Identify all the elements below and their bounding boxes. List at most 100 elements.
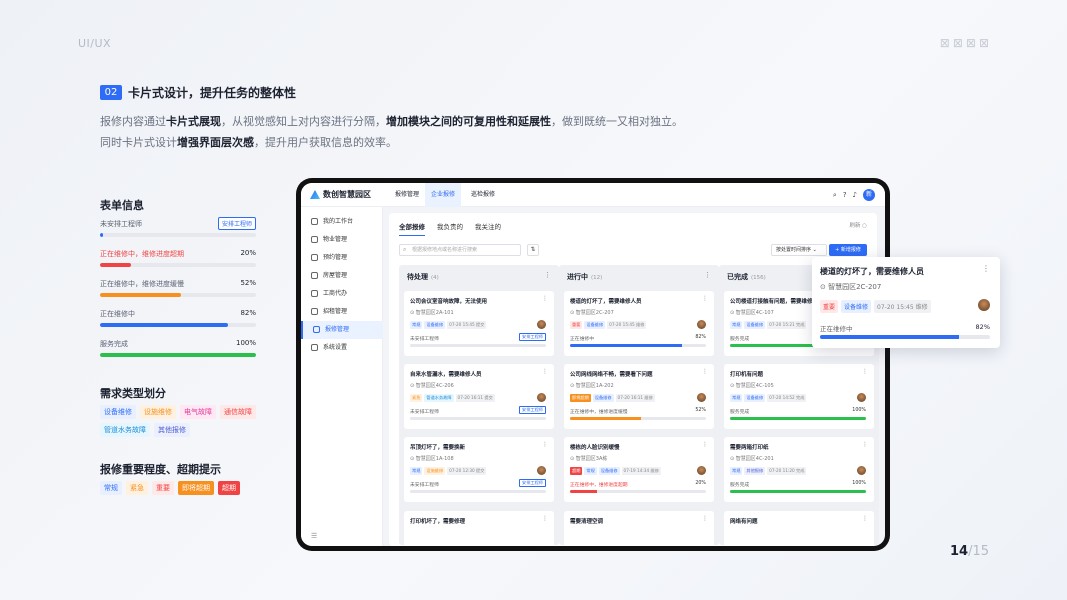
- search-input[interactable]: 根据报修地点或名称进行搜索: [399, 244, 521, 256]
- sidebar-item[interactable]: 招租管理: [301, 303, 383, 321]
- tag: 其他报修: [744, 467, 766, 475]
- progress-bar: [100, 233, 256, 237]
- card-location: ⊙ 智慧园区4C-105: [730, 383, 774, 389]
- search-icon[interactable]: ⌕: [833, 191, 837, 200]
- tag: 07-20 16:11 提交: [455, 394, 495, 402]
- menu-icon: [311, 290, 318, 297]
- repair-card[interactable]: 需要两箱打印纸 ⋮ ⊙ 智慧园区4C-201 常规 其他报修 07-20 11:20 完成…: [724, 437, 874, 502]
- help-icon[interactable]: ?: [843, 191, 847, 199]
- avatar: [537, 320, 546, 329]
- progress-bar: [730, 417, 866, 420]
- form-row-label: 服务完成: [100, 340, 128, 348]
- assign-engineer-button[interactable]: 安排工程师: [519, 333, 546, 341]
- avatar: [857, 466, 866, 475]
- new-repair-button[interactable]: + 新增报修: [829, 244, 867, 256]
- more-icon: ⋮: [542, 295, 548, 302]
- tag: 设备维修: [598, 467, 620, 475]
- card-location: ⊙ 智慧园区4C-206: [410, 383, 454, 389]
- repair-card[interactable]: 打印机有问题 ⋮ ⊙ 智慧园区4C-105 常规 设备维修 07-20 14:52 完成服…: [724, 364, 874, 429]
- repair-card[interactable]: 吊顶灯坏了，需要换新 ⋮ ⊙ 智慧园区1A-108 常规 设施维修 07-20 12:30…: [404, 437, 554, 502]
- form-row: 服务完成 100%: [100, 339, 256, 359]
- levels-title: 报修重要程度、超期提示: [100, 463, 221, 476]
- avatar: [697, 466, 706, 475]
- progress-bar: [100, 263, 256, 267]
- popup-percent: 82%: [975, 323, 990, 331]
- app-name: 数创智慧园区: [323, 190, 371, 199]
- more-icon[interactable]: ⋮: [704, 271, 711, 279]
- repair-card[interactable]: 公司网线网络不畅，需要看下问题 ⋮ ⊙ 智慧园区1A-202 即将超期 设备维修 07-2…: [564, 364, 714, 429]
- assign-engineer-button[interactable]: 安排工程师: [519, 406, 546, 414]
- menu-icon: [311, 218, 318, 225]
- tag: 紧急: [126, 481, 148, 495]
- nav-inspection-repair[interactable]: 巡检报修: [471, 183, 495, 207]
- progress-bar: [100, 293, 256, 297]
- sidebar-item[interactable]: 房屋管理: [301, 267, 383, 285]
- nav-enterprise-repair[interactable]: 企业报修: [425, 183, 462, 207]
- tag: 常规: [730, 321, 743, 329]
- tab-following[interactable]: 我关注的: [475, 221, 501, 231]
- tab-all[interactable]: 全部报修: [399, 221, 425, 236]
- close-icon: ⊠: [939, 36, 950, 50]
- repair-card[interactable]: 自来水管漏水，需要维修人员 ⋮ ⊙ 智慧园区4C-206 紧急 管道水务故障 07-20 …: [404, 364, 554, 429]
- more-icon[interactable]: ⋮: [544, 271, 551, 279]
- repair-card[interactable]: 打印机坏了，需要修理 ⋮: [404, 511, 554, 545]
- popup-card[interactable]: 楼道的灯坏了，需要维修人员 ⋮ ⊙ 智慧园区2C-207 重要 设备维修 07-20…: [812, 257, 1000, 348]
- card-location: ⊙ 智慧园区2C-207: [570, 310, 614, 316]
- repair-card[interactable]: 网络有问题 ⋮: [724, 511, 874, 545]
- tag: 常规: [584, 467, 597, 475]
- sidebar-item[interactable]: 物业管理: [301, 231, 383, 249]
- app-logo: 数创智慧园区: [310, 189, 371, 200]
- column-title: 待处理 (4): [407, 273, 439, 281]
- tag: 设备维修: [424, 321, 446, 329]
- tag: 通信故障: [220, 405, 256, 419]
- type-tags: 设备维修 设施维修 电气故障 通信故障 管道水务故障 其他报修: [100, 405, 270, 437]
- tag: 07-19 14:34 维修: [621, 467, 661, 475]
- assign-engineer-button[interactable]: 安排工程师: [217, 217, 256, 230]
- tag: 常规: [410, 467, 423, 475]
- repair-card[interactable]: 楼道的灯坏了，需要维修人员 ⋮ ⊙ 智慧园区2C-207 重要 设备维修 07-20 15…: [564, 291, 714, 356]
- form-row: 正在维修中，维修进度超期 20%: [100, 249, 256, 269]
- more-icon[interactable]: ⋮: [982, 264, 990, 273]
- form-row-value: 52%: [240, 279, 256, 287]
- tag: 紧急: [410, 394, 423, 402]
- avatar: [537, 466, 546, 475]
- sidebar-item[interactable]: 预约管理: [301, 249, 383, 267]
- kanban-column: 待处理 (4) ⋮ 公司会议室音响故障，无法使用 ⋮ ⊙ 智慧园区2A-101 常规 设备维修…: [399, 265, 559, 545]
- close-icon: ⊠: [965, 36, 976, 50]
- sidebar-item[interactable]: 系统设置: [301, 339, 383, 357]
- tag: 设备维修: [592, 394, 614, 402]
- card-location: ⊙ 智慧园区1A-108: [410, 456, 454, 462]
- more-icon: ⋮: [542, 441, 548, 448]
- sidebar-item[interactable]: 工商代办: [301, 285, 383, 303]
- tag: 常规: [410, 321, 423, 329]
- sort-select[interactable]: 按处置时间排序 ⌄: [771, 244, 827, 256]
- sidebar-item[interactable]: 报修管理: [301, 321, 383, 339]
- menu-icon: [311, 344, 318, 351]
- repair-card[interactable]: 公司会议室音响故障，无法使用 ⋮ ⊙ 智慧园区2A-101 常规 设备维修 07-20 1…: [404, 291, 554, 356]
- sidebar-item[interactable]: 我的工作台: [301, 213, 383, 231]
- repair-card[interactable]: 楼栋的人脸识别缓慢 ⋮ ⊙ 智慧园区3A栋 超期 常规 设备维修 07-19 14:34 维…: [564, 437, 714, 502]
- tag: 超期: [218, 481, 240, 495]
- types-title: 需求类型划分: [100, 387, 166, 400]
- progress-bar: [570, 344, 706, 347]
- filter-icon[interactable]: ⇅: [527, 244, 539, 256]
- card-location: ⊙ 智慧园区4C-201: [730, 456, 774, 462]
- top-label: UI/UX: [78, 37, 112, 50]
- more-icon: ⋮: [862, 368, 868, 375]
- description-line-2: 同时卡片式设计增强界面层次感，提升用户获取信息的效率。: [100, 136, 397, 149]
- top-icons: ⌕ ? ♪ 新: [833, 189, 875, 201]
- collapse-icon[interactable]: ☰: [311, 532, 317, 540]
- close-icon: ⊠: [952, 36, 963, 50]
- progress-bar: [570, 490, 706, 493]
- avatar[interactable]: 新: [863, 189, 875, 201]
- repair-card[interactable]: 需要清理空调 ⋮: [564, 511, 714, 545]
- tag: 重要: [820, 300, 839, 313]
- assign-engineer-button[interactable]: 安排工程师: [519, 479, 546, 487]
- main-panel: 全部报修 我负责的 我关注的 刷新 ○ 根据报修地点或名称进行搜索 ⇅ 按处置时…: [389, 213, 879, 546]
- close-icon: ⊠: [978, 36, 989, 50]
- bell-icon[interactable]: ♪: [853, 191, 857, 199]
- refresh-button[interactable]: 刷新 ○: [849, 221, 867, 229]
- tab-mine[interactable]: 我负责的: [437, 221, 463, 231]
- nav-repair-management[interactable]: 报修管理: [395, 183, 419, 207]
- avatar: [857, 393, 866, 402]
